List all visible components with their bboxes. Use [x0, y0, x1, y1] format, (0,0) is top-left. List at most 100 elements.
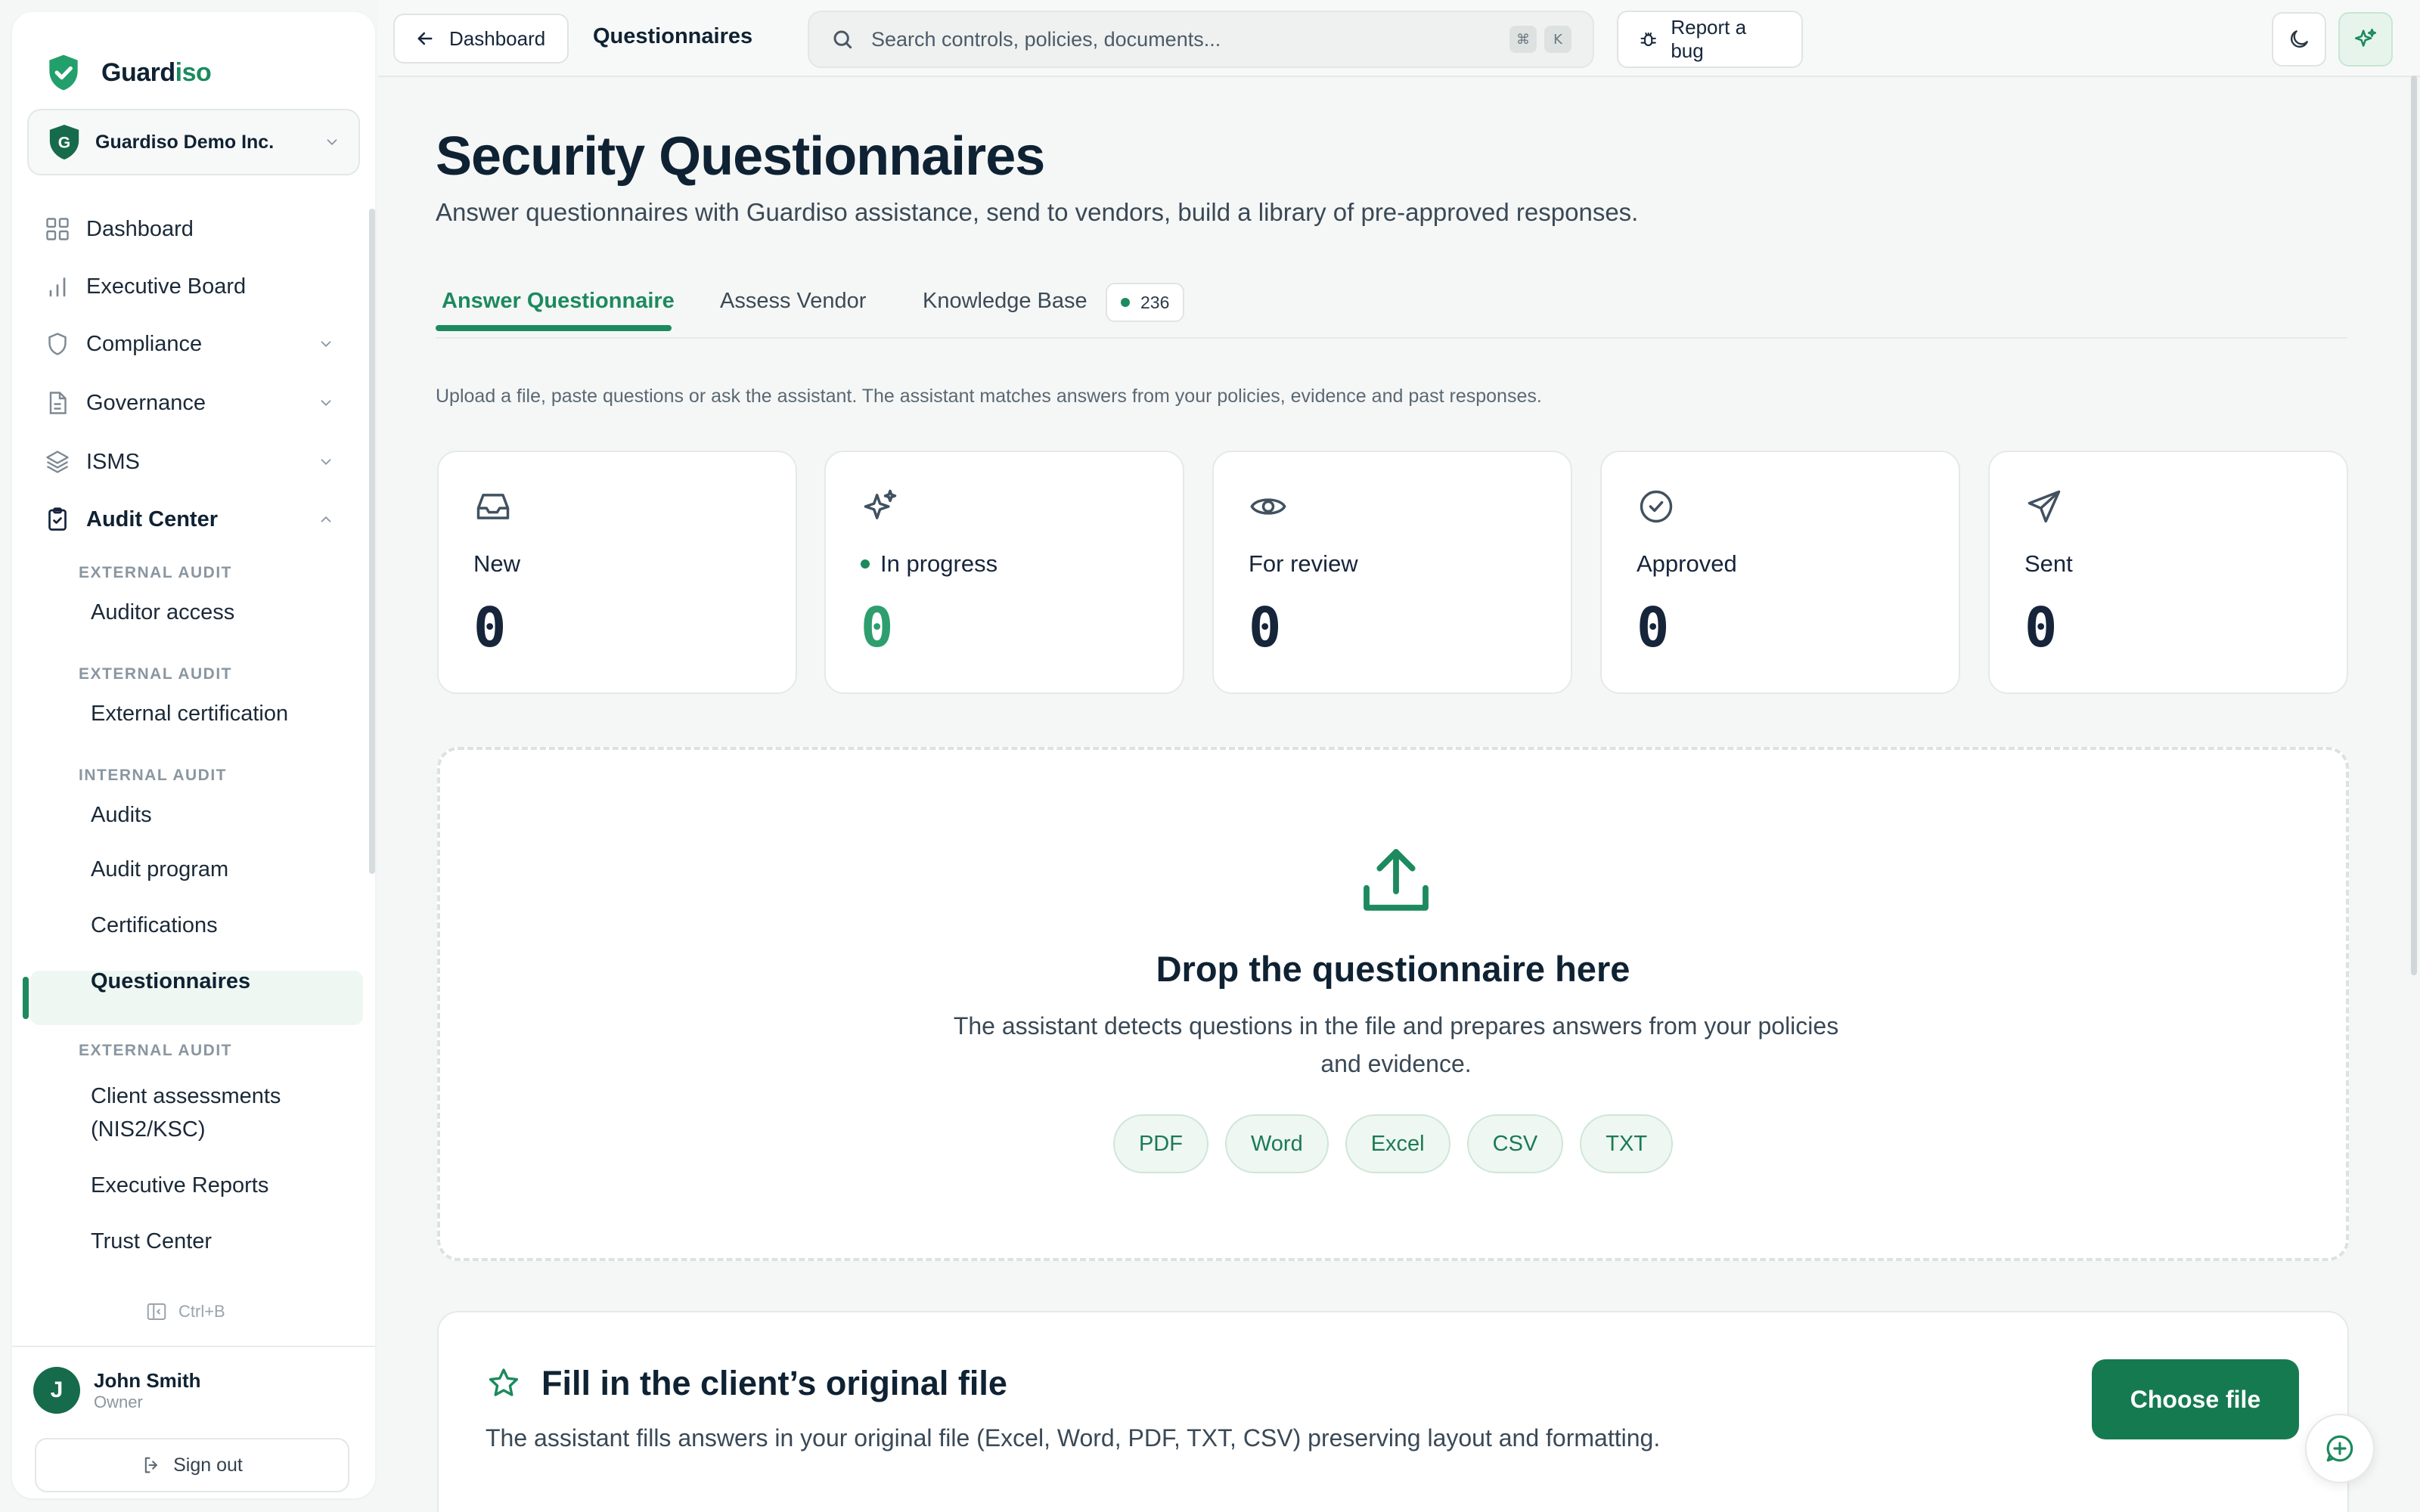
- questionnaire-drop-zone[interactable]: Drop the questionnaire here The assistan…: [437, 747, 2349, 1261]
- stat-card-in-progress[interactable]: In progress 0: [824, 451, 1184, 694]
- avatar: J: [33, 1367, 80, 1414]
- status-cards: New 0 In progress 0 For review 0 Approve…: [437, 451, 2349, 694]
- report-bug-button[interactable]: Report a bug: [1617, 11, 1803, 68]
- stat-label: In progress: [861, 550, 997, 578]
- bar-chart-icon: [49, 277, 66, 297]
- grid-icon: [46, 218, 69, 240]
- drop-zone-description: The assistant detects questions in the f…: [953, 1012, 1839, 1077]
- org-name: Guardiso Demo Inc.: [95, 131, 275, 153]
- user-name: John Smith: [94, 1369, 201, 1392]
- sidebar-item-certifications[interactable]: Certifications: [91, 909, 218, 942]
- main-scrollbar[interactable]: [2411, 76, 2417, 975]
- stat-card-new[interactable]: New 0: [437, 451, 797, 694]
- knowledge-base-count: 236: [1140, 292, 1170, 312]
- logout-icon: [144, 1457, 158, 1473]
- sidebar-item-label: Audit Center: [86, 507, 218, 531]
- stat-label: New: [473, 550, 521, 577]
- sidebar-item-label: Governance: [86, 390, 206, 415]
- sidebar-item-label: ISMS: [86, 449, 140, 474]
- bug-icon: [1640, 33, 1656, 46]
- eye-icon: [1250, 498, 1286, 515]
- sidebar-item-external-certification[interactable]: External certification: [91, 697, 288, 730]
- sidebar-item-audit-center[interactable]: Audit Center: [30, 496, 355, 543]
- moon-icon: [2291, 30, 2308, 48]
- format-pill: PDF: [1112, 1114, 1208, 1173]
- search-input[interactable]: [871, 27, 1502, 51]
- tab-assess-vendor[interactable]: Assess Vendor: [720, 280, 866, 322]
- shortcut-key: ⌘: [1509, 26, 1537, 53]
- sidebar-item-client-assessments[interactable]: Client assessments (NIS2/KSC): [91, 1080, 281, 1146]
- stat-card-sent[interactable]: Sent 0: [1988, 451, 2348, 694]
- status-dot: [861, 559, 870, 569]
- back-button-label: Dashboard: [449, 26, 546, 50]
- shortcut-key: K: [1544, 26, 1571, 53]
- sidebar-item-auditor-access[interactable]: Auditor access: [91, 596, 234, 629]
- org-switcher[interactable]: G Guardiso Demo Inc.: [27, 109, 360, 175]
- topbar: Dashboard Questionnaires ⌘ K Report a bu…: [378, 0, 2420, 77]
- arrow-left-icon: [417, 32, 433, 45]
- brand-name: Guardiso: [101, 57, 212, 87]
- breadcrumb-current: Questionnaires: [593, 24, 753, 48]
- sidebar-item-audits[interactable]: Audits: [91, 798, 152, 832]
- chevron-down-icon: [327, 139, 337, 146]
- section-heading: EXTERNAL AUDIT: [79, 1042, 233, 1059]
- sidebar-item-label: Compliance: [86, 331, 203, 356]
- assistant-button[interactable]: [2338, 12, 2393, 67]
- active-tab-indicator: [436, 325, 672, 331]
- sidebar-scrollbar[interactable]: [369, 209, 375, 874]
- sidebar-item-trust-center[interactable]: Trust Center: [91, 1225, 212, 1258]
- sparkles-icon: [864, 489, 897, 519]
- sidebar-item-label: Executive Board: [86, 274, 247, 299]
- format-pill: Excel: [1345, 1114, 1450, 1173]
- sidebar-item-isms[interactable]: ISMS: [30, 438, 355, 485]
- format-pill: TXT: [1580, 1114, 1674, 1173]
- clipboard-check-icon: [48, 507, 67, 531]
- chat-assistant-fab[interactable]: [2305, 1414, 2375, 1483]
- shield-check-logo-icon: [49, 54, 78, 91]
- choose-file-button[interactable]: Choose file: [2092, 1359, 2299, 1439]
- stat-label: For review: [1249, 550, 1358, 577]
- search-icon: [833, 30, 852, 49]
- sign-out-button[interactable]: Sign out: [35, 1438, 349, 1492]
- org-shield-icon: G: [49, 125, 79, 160]
- report-bug-label: Report a bug: [1671, 16, 1747, 62]
- sidebar-item-executive-board[interactable]: Executive Board: [30, 263, 355, 310]
- page-title: Security Questionnaires: [436, 126, 1045, 187]
- supported-formats: PDF Word Excel CSV TXT: [440, 1114, 2346, 1173]
- sidebar-item-questionnaires[interactable]: Questionnaires: [91, 965, 250, 998]
- sidebar-item-label: Dashboard: [86, 216, 194, 241]
- sidebar-item-dashboard[interactable]: Dashboard: [30, 206, 355, 253]
- document-icon: [49, 392, 67, 414]
- brand[interactable]: Guardiso: [42, 51, 212, 94]
- tab-knowledge-base[interactable]: Knowledge Base: [923, 280, 1087, 322]
- send-icon: [2028, 490, 2061, 523]
- org-initial: G: [58, 135, 70, 152]
- stat-card-for-review[interactable]: For review 0: [1212, 451, 1572, 694]
- theme-toggle-button[interactable]: [2272, 12, 2326, 67]
- intro-text: Upload a file, paste questions or ask th…: [436, 386, 1542, 407]
- user-role: Owner: [94, 1393, 143, 1411]
- tab-answer-questionnaire[interactable]: Answer Questionnaire: [442, 280, 675, 322]
- sidebar-item-executive-reports[interactable]: Executive Reports: [91, 1169, 268, 1202]
- sidebar-item-compliance[interactable]: Compliance: [30, 321, 355, 367]
- sidebar-item-audit-program[interactable]: Audit program: [91, 853, 228, 886]
- section-heading: EXTERNAL AUDIT: [79, 564, 233, 581]
- format-pill: Word: [1224, 1114, 1329, 1173]
- stat-label: Sent: [2024, 550, 2073, 577]
- stat-value: 0: [2024, 596, 2058, 659]
- fill-card-description: The assistant fills answers in your orig…: [486, 1424, 1661, 1452]
- stat-value: 0: [473, 596, 507, 659]
- fill-original-file-card: Fill in the client’s original file The a…: [437, 1311, 2349, 1512]
- stat-value: 0: [1637, 596, 1670, 659]
- divider: [12, 1346, 375, 1347]
- fill-card-title: Fill in the client’s original file: [541, 1364, 1007, 1402]
- stat-label: Approved: [1637, 550, 1737, 577]
- user-profile[interactable]: J John Smith Owner: [33, 1367, 201, 1414]
- chevron-down-icon: [321, 341, 331, 348]
- stat-card-approved[interactable]: Approved 0: [1600, 451, 1960, 694]
- back-to-dashboard-button[interactable]: Dashboard: [393, 14, 569, 64]
- sidebar-item-governance[interactable]: Governance: [30, 380, 355, 426]
- collapse-sidebar-button[interactable]: Ctrl+B: [145, 1300, 225, 1323]
- global-search[interactable]: ⌘ K: [808, 11, 1594, 68]
- section-heading: EXTERNAL AUDIT: [79, 665, 233, 683]
